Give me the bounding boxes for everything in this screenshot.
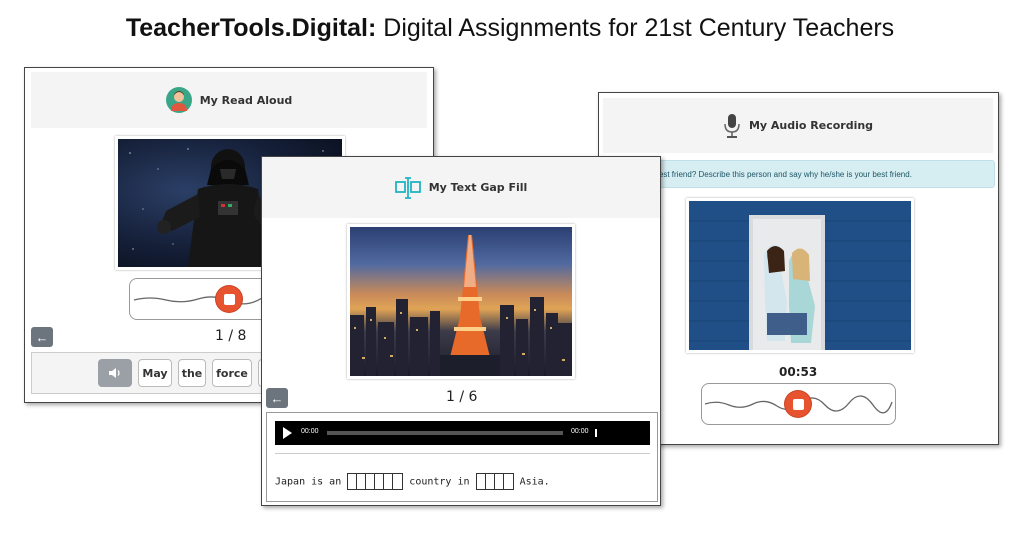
- microphone-icon: [723, 113, 741, 139]
- gap-input-1[interactable]: [347, 473, 404, 490]
- best-friends-photo: [686, 198, 914, 353]
- audio-recording-title: My Audio Recording: [748, 119, 874, 132]
- text-gap-back-button[interactable]: ←: [266, 388, 288, 408]
- read-aloud-back-button[interactable]: ←: [31, 327, 53, 347]
- page-headline: TeacherTools.Digital: Digital Assignment…: [0, 14, 1020, 43]
- read-aloud-counter: 1 / 8: [215, 328, 247, 344]
- sentence-part-1: Japan is an: [275, 476, 342, 488]
- player-current-time: 00:00: [301, 428, 319, 435]
- text-gap-counter: 1 / 6: [446, 389, 478, 405]
- word-chip-force[interactable]: force: [212, 359, 252, 387]
- player-duration: 00:00: [571, 428, 589, 435]
- tagline: Digital Assignments for 21st Century Tea…: [383, 14, 895, 42]
- student-avatar-icon: [165, 87, 192, 113]
- text-gap-fill-title: My Text Gap Fill: [428, 181, 528, 194]
- read-aloud-header: My Read Aloud: [31, 72, 427, 128]
- word-chip-may[interactable]: May: [138, 359, 172, 387]
- sentence-part-3: Asia.: [519, 476, 550, 488]
- read-aloud-title: My Read Aloud: [199, 93, 293, 107]
- gap-sentence: Japan is an country in Asia.: [275, 473, 550, 490]
- exercise-panel: 00:00 00:00 Japan is an country in Asia.: [266, 412, 658, 502]
- text-gap-fill-header: My Text Gap Fill: [262, 157, 660, 218]
- play-button[interactable]: [283, 427, 292, 439]
- speaker-icon: [109, 368, 120, 378]
- text-gap-icon: [394, 176, 421, 200]
- recording-stop-button[interactable]: [785, 391, 811, 417]
- audio-player: 00:00 00:00: [275, 421, 650, 445]
- tokyo-tower-photo: [347, 224, 575, 379]
- panel-divider: [275, 453, 650, 454]
- text-gap-fill-card: My Text Gap Fill ← 1 / 6 00:00 00:00 Jap…: [261, 156, 661, 506]
- speaker-button[interactable]: [98, 359, 132, 387]
- word-chip-the[interactable]: the: [178, 359, 206, 387]
- player-menu-icon[interactable]: [595, 429, 597, 437]
- player-seek-bar[interactable]: [327, 431, 563, 435]
- audio-recording-header: My Audio Recording: [603, 98, 993, 153]
- recording-waveform: [701, 383, 896, 425]
- sentence-part-2: country in: [409, 476, 470, 488]
- prompt-box: Who is your best friend? Describe this p…: [603, 160, 995, 188]
- read-aloud-stop-button[interactable]: [216, 286, 242, 312]
- gap-input-2[interactable]: [475, 473, 514, 490]
- brand-name: TeacherTools.Digital:: [125, 14, 377, 42]
- recording-timer: 00:53: [779, 365, 818, 379]
